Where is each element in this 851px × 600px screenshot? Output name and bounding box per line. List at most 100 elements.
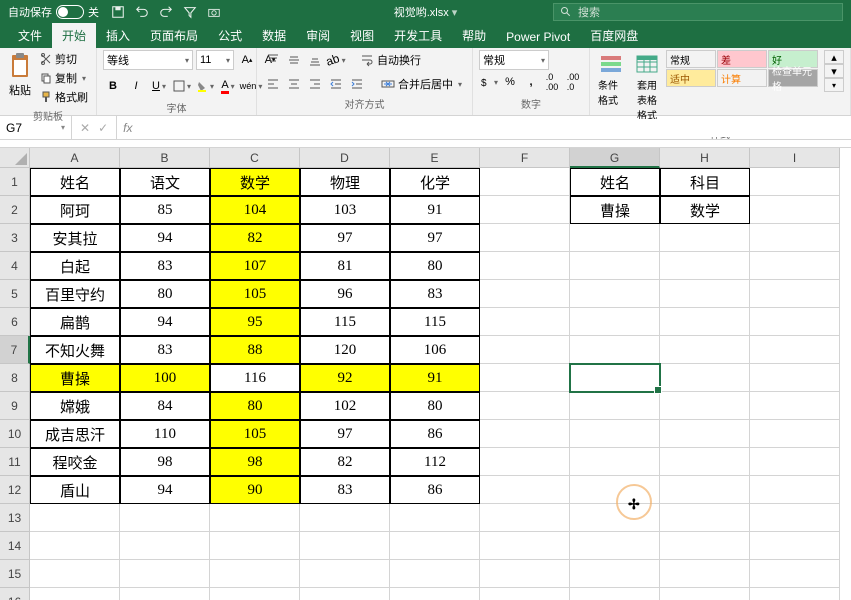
cell-G15[interactable] [570,560,660,588]
cell-G1[interactable]: 姓名 [570,168,660,196]
cell-H2[interactable]: 数学 [660,196,750,224]
cell-G11[interactable] [570,448,660,476]
cell-I10[interactable] [750,420,840,448]
cell-F10[interactable] [480,420,570,448]
cell-E10[interactable]: 86 [390,420,480,448]
cell-E3[interactable]: 97 [390,224,480,252]
autosave-toggle[interactable]: 自动保存 关 [0,4,99,20]
column-header-I[interactable]: I [750,148,840,168]
cell-G6[interactable] [570,308,660,336]
row-header-10[interactable]: 10 [0,420,30,448]
cell-H15[interactable] [660,560,750,588]
row-header-6[interactable]: 6 [0,308,30,336]
cell-A13[interactable] [30,504,120,532]
fx-icon[interactable]: fx [117,121,138,135]
cell-H10[interactable] [660,420,750,448]
cell-F1[interactable] [480,168,570,196]
cell-I3[interactable] [750,224,840,252]
row-header-14[interactable]: 14 [0,532,30,560]
align-center-button[interactable] [284,74,304,94]
font-name-combo[interactable]: 等线▾ [103,50,193,70]
conditional-formatting-button[interactable]: 条件格式 [596,50,626,124]
name-box[interactable]: G7▾ [0,116,72,139]
cell-F12[interactable] [480,476,570,504]
cell-A15[interactable] [30,560,120,588]
row-header-12[interactable]: 12 [0,476,30,504]
row-header-5[interactable]: 5 [0,280,30,308]
cell-B11[interactable]: 98 [120,448,210,476]
cell-G8[interactable] [570,364,660,392]
cell-F7[interactable] [480,336,570,364]
align-left-button[interactable] [263,74,283,94]
merge-center-button[interactable]: 合并后居中▾ [377,74,466,94]
cell-F9[interactable] [480,392,570,420]
cell-B14[interactable] [120,532,210,560]
cell-D4[interactable]: 81 [300,252,390,280]
ribbon-tab-5[interactable]: 数据 [252,23,296,48]
cell-F11[interactable] [480,448,570,476]
cell-B12[interactable]: 94 [120,476,210,504]
spreadsheet-grid[interactable]: ABCDEFGHI1姓名语文数学物理化学姓名科目2阿珂8510410391曹操数… [0,148,851,600]
cell-G12[interactable] [570,476,660,504]
cancel-formula-button[interactable]: ✕ [80,121,90,135]
style-neutral[interactable]: 适中 [666,69,716,87]
ribbon-tab-7[interactable]: 视图 [340,23,384,48]
row-header-16[interactable]: 16 [0,588,30,600]
cell-H1[interactable]: 科目 [660,168,750,196]
style-check-cell[interactable]: 检查单元格 [768,69,818,87]
cell-H13[interactable] [660,504,750,532]
cell-F4[interactable] [480,252,570,280]
accounting-button[interactable]: $▾ [479,72,499,92]
copy-button[interactable]: 复制▾ [38,69,90,87]
cell-H6[interactable] [660,308,750,336]
cell-I11[interactable] [750,448,840,476]
cell-H8[interactable] [660,364,750,392]
column-header-D[interactable]: D [300,148,390,168]
redo-icon[interactable] [159,5,173,19]
cell-D9[interactable]: 102 [300,392,390,420]
format-as-table-button[interactable]: 套用 表格格式 [632,50,662,124]
style-bad[interactable]: 差 [717,50,767,68]
cell-D16[interactable] [300,588,390,600]
cell-A6[interactable]: 扁鹊 [30,308,120,336]
cell-I5[interactable] [750,280,840,308]
cell-E5[interactable]: 83 [390,280,480,308]
ribbon-tab-8[interactable]: 开发工具 [384,23,452,48]
cell-B6[interactable]: 94 [120,308,210,336]
cell-E13[interactable] [390,504,480,532]
cell-C3[interactable]: 82 [210,224,300,252]
cell-G2[interactable]: 曹操 [570,196,660,224]
ribbon-tab-10[interactable]: Power Pivot [496,26,580,48]
cell-F8[interactable] [480,364,570,392]
cell-C1[interactable]: 数学 [210,168,300,196]
cell-A7[interactable]: 不知火舞 [30,336,120,364]
cell-A8[interactable]: 曹操 [30,364,120,392]
cell-C7[interactable]: 88 [210,336,300,364]
cell-D13[interactable] [300,504,390,532]
confirm-formula-button[interactable]: ✓ [98,121,108,135]
increase-decimal-button[interactable]: .0.00 [542,72,562,92]
column-header-F[interactable]: F [480,148,570,168]
row-header-8[interactable]: 8 [0,364,30,392]
cell-B15[interactable] [120,560,210,588]
wrap-text-button[interactable]: 自动换行 [356,50,425,70]
cell-G9[interactable] [570,392,660,420]
cell-H4[interactable] [660,252,750,280]
increase-indent-button[interactable] [347,74,367,94]
cell-E12[interactable]: 86 [390,476,480,504]
cell-C15[interactable] [210,560,300,588]
cell-I12[interactable] [750,476,840,504]
row-header-7[interactable]: 7 [0,336,30,364]
cell-H5[interactable] [660,280,750,308]
ribbon-tab-4[interactable]: 公式 [208,23,252,48]
column-header-C[interactable]: C [210,148,300,168]
cell-F5[interactable] [480,280,570,308]
underline-button[interactable]: U▾ [149,76,169,96]
cell-B7[interactable]: 83 [120,336,210,364]
decrease-decimal-button[interactable]: .00.0 [563,72,583,92]
font-color-button[interactable]: A▾ [218,76,238,96]
cell-B4[interactable]: 83 [120,252,210,280]
cell-D12[interactable]: 83 [300,476,390,504]
cell-A14[interactable] [30,532,120,560]
cell-I1[interactable] [750,168,840,196]
